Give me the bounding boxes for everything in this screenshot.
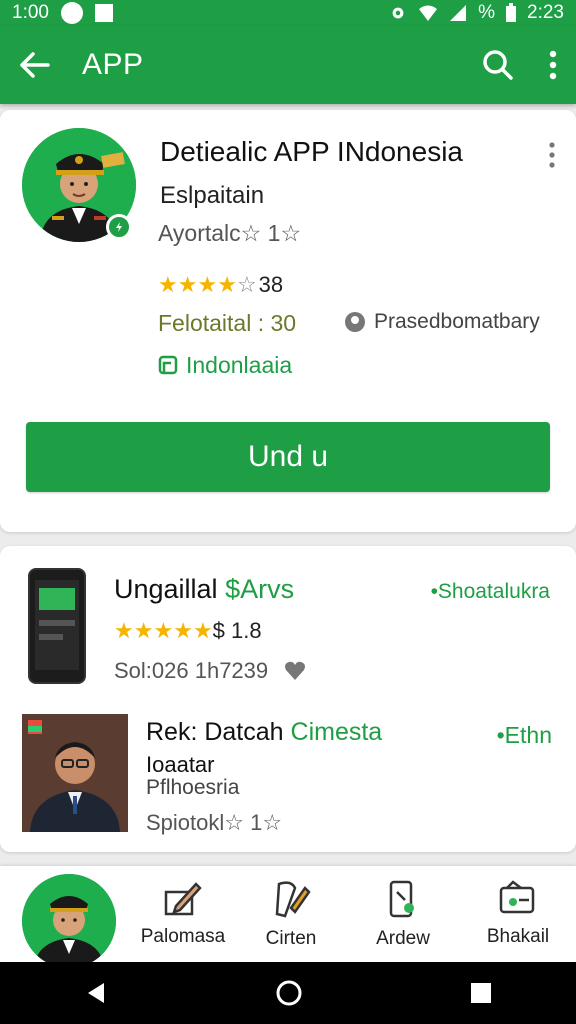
system-navigation-bar (0, 962, 576, 1024)
item-title-text: Rek: Datcah (146, 718, 291, 746)
app-bar-title: APP (82, 48, 144, 81)
rating-score: 38 (258, 272, 284, 297)
verified-badge-icon (106, 214, 132, 240)
language-info: Indonlaaia (158, 352, 292, 379)
notification-icon (60, 2, 83, 24)
item-meta: Sol:026 1h7239 (114, 658, 306, 684)
item-price: $Arvs (225, 574, 295, 604)
heart-icon[interactable] (284, 661, 306, 681)
app-detail-card: Detiealic APP INdonesia Eslpaitain Ayort… (0, 110, 576, 532)
back-arrow-icon (20, 52, 50, 78)
item-tag[interactable]: •Ethn (497, 722, 552, 749)
item-rating-value: $ 1.8 (212, 618, 262, 643)
more-options-button[interactable] (548, 50, 558, 80)
info-icon (345, 312, 365, 332)
item-title: Rek: Datcah Cimesta (146, 718, 382, 747)
star-outline-icon: ☆ (236, 272, 257, 297)
star-icon: ★ (173, 618, 193, 643)
back-button[interactable] (18, 50, 52, 80)
profile-avatar[interactable] (22, 874, 116, 968)
rating-stars: ★ ★ ★ ★ ☆ 38 (158, 272, 283, 298)
home-circle-icon[interactable] (275, 979, 303, 1007)
bottom-navigation: Palomasa Cirten Ardew Bhakail (0, 866, 576, 968)
star-icon: ★ (217, 272, 237, 297)
more-vert-icon (549, 142, 555, 168)
developer-name[interactable]: Eslpaitain (160, 182, 264, 210)
person-thumbnail (22, 714, 128, 832)
edit-icon (164, 882, 202, 916)
star-icon: ★ (177, 272, 198, 297)
star-icon: ★ (133, 618, 154, 643)
search-icon (483, 50, 513, 80)
language-icon (158, 355, 178, 374)
star-icon: ★ (114, 618, 134, 643)
wifi-icon (419, 5, 438, 21)
nav-item-bhakail[interactable]: Bhakail (463, 878, 573, 948)
install-button[interactable]: Und u (26, 422, 550, 492)
status-time-left: 1:00 (12, 2, 49, 23)
nav-item-cirten[interactable]: Cirten (236, 878, 346, 950)
nav-item-palomasa[interactable]: Palomasa (128, 878, 238, 948)
nav-item-ardew[interactable]: Ardew (348, 878, 458, 950)
officer-avatar-icon (22, 874, 116, 968)
star-icon: ★ (153, 618, 174, 643)
feature-text: Felotaital : 30 (158, 310, 297, 336)
back-triangle-icon[interactable] (84, 981, 108, 1005)
star-icon: ★ (158, 272, 178, 297)
image-notification-icon (94, 4, 113, 22)
nav-label: Bhakail (486, 926, 550, 947)
item-tag[interactable]: •Shoatalukra (431, 580, 550, 604)
item-subtitle: Ioaatar (146, 752, 215, 777)
status-bar: 1:00 % 2:23 (0, 0, 576, 26)
phone-thumbnail (28, 568, 86, 684)
rating-text: Ayortalc☆ 1☆ (158, 220, 302, 246)
item-title-highlight: Cimesta (290, 718, 383, 746)
phone-icon (389, 880, 414, 918)
item-rating: ★ ★ ★ ★ ★ $ 1.8 (114, 618, 262, 644)
battery-percent: % (478, 2, 496, 23)
card-more-button[interactable] (548, 142, 556, 168)
settings-status-icon (392, 7, 404, 19)
app-avatar (22, 128, 136, 242)
battery-icon (506, 3, 517, 22)
nav-label: Cirten (265, 928, 317, 949)
more-vert-icon (549, 50, 557, 80)
purchase-info: Prasedbomatbary (344, 310, 540, 334)
star-icon: ★ (197, 272, 218, 297)
related-items-card: Ungaillal $Arvs •Shoatalukra ★ ★ ★ ★ ★ $… (0, 546, 576, 852)
nav-label: Ardew (376, 928, 430, 949)
nav-label: Palomasa (140, 926, 226, 947)
item-description: Pflhoesria (146, 776, 240, 799)
purchase-text: Prasedbomatbary (374, 310, 540, 333)
status-time: 2:23 (527, 2, 564, 23)
app-bar: APP (0, 26, 576, 104)
star-icon: ★ (192, 618, 213, 643)
item-rating-text: Spiotokl☆ 1☆ (146, 810, 283, 835)
item-title-text: Ungaillal (114, 574, 226, 604)
pen-icon (275, 881, 311, 918)
item-title: Ungaillal $Arvs (114, 574, 294, 605)
search-button[interactable] (482, 49, 514, 81)
app-title: Detiealic APP INdonesia (160, 136, 463, 167)
recents-square-icon[interactable] (470, 982, 492, 1004)
wallet-icon (499, 880, 535, 914)
language-text: Indonlaaia (186, 352, 293, 378)
signal-icon (450, 5, 467, 21)
item-meta-text: Sol:026 1h7239 (114, 658, 269, 683)
